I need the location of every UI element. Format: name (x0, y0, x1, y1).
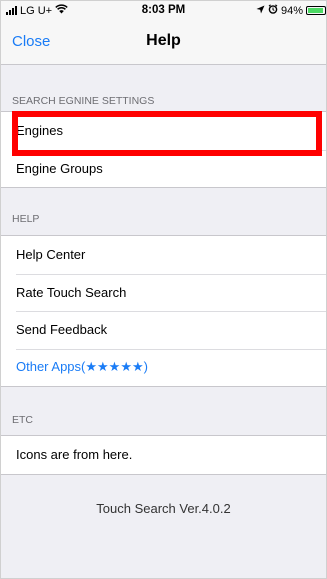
send-feedback-row[interactable]: Send Feedback (1, 311, 326, 349)
section-header-help: HELP (12, 213, 40, 225)
section-header-etc: ETC (12, 414, 33, 426)
section-header-search-engine-settings: SEARCH EGNINE SETTINGS (12, 95, 155, 107)
status-bar: LG U+ 8:03 PM 94% (1, 1, 326, 21)
battery-percent: 94% (280, 4, 303, 17)
engine-groups-row[interactable]: Engine Groups (1, 149, 326, 188)
location-icon (256, 5, 265, 17)
help-group: Help Center Rate Touch Search Send Feedb… (1, 235, 326, 387)
app-version: Touch Search Ver.4.0.2 (96, 501, 231, 516)
etc-group: Icons are from here. (1, 435, 326, 475)
rate-touch-search-row[interactable]: Rate Touch Search (1, 273, 326, 312)
other-apps-row[interactable]: Other Apps(★★★★★) (1, 348, 326, 387)
battery-icon (306, 6, 326, 15)
navigation-bar: Close Help (1, 21, 326, 65)
help-center-row[interactable]: Help Center (1, 236, 326, 274)
engines-row[interactable]: Engines (1, 112, 326, 150)
icons-credit-row[interactable]: Icons are from here. (1, 436, 326, 474)
status-right: 94% (256, 4, 326, 17)
search-engine-settings-group: Engines Engine Groups (1, 111, 326, 188)
alarm-icon (268, 4, 278, 17)
screen: LG U+ 8:03 PM 94% Close Help SEARCH EGNI… (0, 0, 327, 579)
page-title: Help (146, 32, 181, 49)
